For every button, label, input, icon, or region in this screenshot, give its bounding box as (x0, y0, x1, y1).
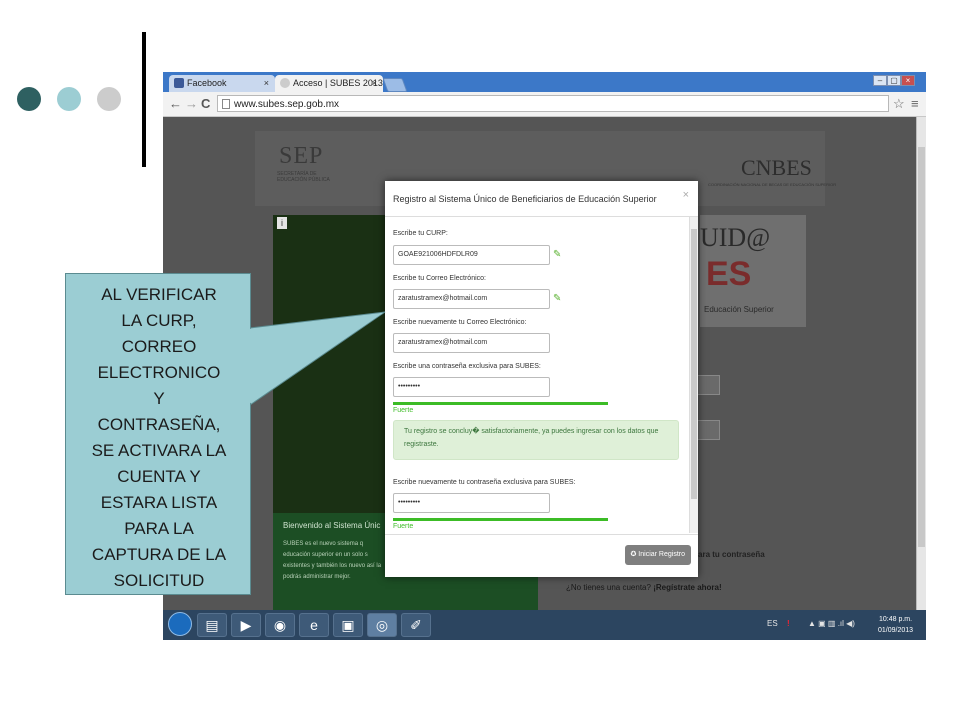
curp-valid-icon: ✎ (553, 249, 562, 260)
menu-icon[interactable]: ≡ (911, 95, 919, 113)
password-confirm-input[interactable]: ••••••••• (393, 493, 550, 513)
tab-facebook[interactable]: Facebook × (169, 75, 275, 92)
tab-label: Acceso | SUBES 2013 (293, 78, 383, 88)
email-input[interactable]: zaratustramex@hotmail.com (393, 289, 550, 309)
curp-input[interactable]: GOAE921006HDFDLR09 (393, 245, 550, 265)
password-strength-bar (393, 402, 608, 405)
facebook-icon (174, 78, 184, 88)
login-input-2[interactable] (696, 420, 720, 440)
forgot-password-link[interactable]: ara tu contraseña (698, 550, 765, 559)
windows-taskbar: ▤ ▶ ◉ e ▣ ◎ ✐ ES ! ▲ ▣ ▥ .ıl ◀) 10:48 p.… (163, 610, 926, 640)
callout-box: AL VERIFICAR LA CURP, CORREO ELECTRONICO… (65, 273, 251, 595)
media-taskbar-button[interactable]: ▶ (231, 613, 261, 637)
maximize-button[interactable]: ▢ (887, 75, 901, 86)
password-confirm-strength-label: Fuerte (393, 523, 414, 530)
page-icon (280, 78, 290, 88)
tab-close-icon[interactable]: × (264, 75, 269, 92)
minimize-button[interactable]: – (873, 75, 887, 86)
page-icon (222, 99, 230, 109)
decor-dot-1 (17, 87, 41, 111)
modal-scrollbar[interactable] (689, 217, 698, 533)
password-label: Escribe una contraseña exclusiva para SU… (393, 363, 541, 370)
register-line: ¿No tienes una cuenta? ¡Regístrate ahora… (566, 583, 722, 592)
language-indicator[interactable]: ES (767, 619, 778, 628)
start-registration-button[interactable]: ✪ Iniciar Registro (624, 545, 691, 565)
register-prompt: ¿No tienes una cuenta? (566, 583, 651, 592)
welcome-text: SUBES es el nuevo sistema q educación su… (283, 541, 382, 580)
modal-scrollbar-thumb[interactable] (691, 229, 697, 499)
new-tab-button[interactable] (382, 78, 408, 92)
sep-logo: SEP (279, 143, 324, 169)
password-input[interactable]: ••••••••• (393, 377, 550, 397)
modal-body: Escribe tu CURP: GOAE921006HDFDLR09 ✎ Es… (385, 217, 698, 533)
welcome-title: Bienvenido al Sistema Únic (283, 521, 381, 530)
es-logo: ES (706, 255, 752, 293)
uid-logo: UID@ (700, 223, 771, 252)
tab-bar: Facebook × Acceso | SUBES 2013 × – ▢ × (163, 72, 926, 92)
tab-subes[interactable]: Acceso | SUBES 2013 × (275, 75, 383, 92)
tab-close-icon[interactable]: × (372, 75, 377, 92)
app-taskbar-button[interactable]: ◉ (265, 613, 295, 637)
password-confirm-strength-bar (393, 518, 608, 521)
modal-footer: ✪ Iniciar Registro (385, 534, 698, 578)
back-button[interactable]: ← (169, 94, 182, 114)
tray-icons[interactable]: ▲ ▣ ▥ .ıl ◀) (808, 619, 855, 628)
start-button[interactable] (168, 612, 192, 636)
info-icon: i (277, 217, 287, 229)
paint-taskbar-button[interactable]: ✐ (401, 613, 431, 637)
alert-icon[interactable]: ! (787, 619, 790, 628)
password-confirm-label: Escribe nuevamente tu contraseña exclusi… (393, 479, 576, 486)
email-confirm-input[interactable]: zaratustramex@hotmail.com (393, 333, 550, 353)
edu-label: Educación Superior (704, 305, 774, 314)
close-window-button[interactable]: × (901, 75, 915, 86)
cnbes-subtitle: COORDINACIÓN NACIONAL DE BECAS DE EDUCAC… (708, 182, 837, 187)
uid-logo-area: UID@ ES Educación Superior (700, 215, 806, 327)
page-scrollbar[interactable] (916, 117, 926, 610)
ie-taskbar-button[interactable]: e (299, 613, 329, 637)
email-confirm-label: Escribe nuevamente tu Correo Electrónico… (393, 319, 527, 326)
browser-window: Facebook × Acceso | SUBES 2013 × – ▢ × ←… (163, 72, 926, 640)
registration-modal: Registro al Sistema Único de Beneficiari… (385, 181, 698, 577)
app2-taskbar-button[interactable]: ▣ (333, 613, 363, 637)
chrome-taskbar-button[interactable]: ◎ (367, 613, 397, 637)
cnbes-logo: CNBES (741, 155, 812, 180)
explorer-taskbar-button[interactable]: ▤ (197, 613, 227, 637)
sep-subtitle: SECRETARÍA DE EDUCACIÓN PÚBLICA (277, 171, 330, 183)
decor-dot-2 (57, 87, 81, 111)
forward-button[interactable]: → (185, 94, 198, 114)
browser-toolbar: ← → C www.subes.sep.gob.mx ☆ ≡ (163, 92, 926, 117)
address-bar[interactable]: www.subes.sep.gob.mx (217, 95, 889, 112)
taskbar-clock[interactable]: 10:48 p.m. 01/09/2013 (878, 614, 913, 636)
clock-time: 10:48 p.m. (878, 616, 913, 623)
email-label: Escribe tu Correo Electrónico: (393, 275, 486, 282)
decor-vertical-line (142, 32, 146, 167)
modal-header: Registro al Sistema Único de Beneficiari… (385, 181, 698, 217)
reload-button[interactable]: C (201, 94, 210, 114)
modal-close-icon[interactable]: × (683, 189, 689, 201)
callout-text: AL VERIFICAR LA CURP, CORREO ELECTRONICO… (91, 285, 227, 590)
bookmark-star-icon[interactable]: ☆ (893, 95, 905, 113)
email-valid-icon: ✎ (553, 293, 562, 304)
login-input-1[interactable] (696, 375, 720, 395)
success-alert: Tu registro se concluy� satisfactoriamen… (393, 420, 679, 460)
scrollbar-thumb[interactable] (918, 147, 925, 547)
clock-date: 01/09/2013 (878, 627, 914, 634)
register-link[interactable]: ¡Regístrate ahora! (653, 583, 721, 592)
modal-title: Registro al Sistema Único de Beneficiari… (393, 194, 657, 204)
decor-dot-3 (97, 87, 121, 111)
password-strength-label: Fuerte (393, 407, 414, 414)
tab-label: Facebook (187, 78, 227, 88)
curp-label: Escribe tu CURP: (393, 230, 448, 237)
url-text: www.subes.sep.gob.mx (234, 99, 340, 110)
